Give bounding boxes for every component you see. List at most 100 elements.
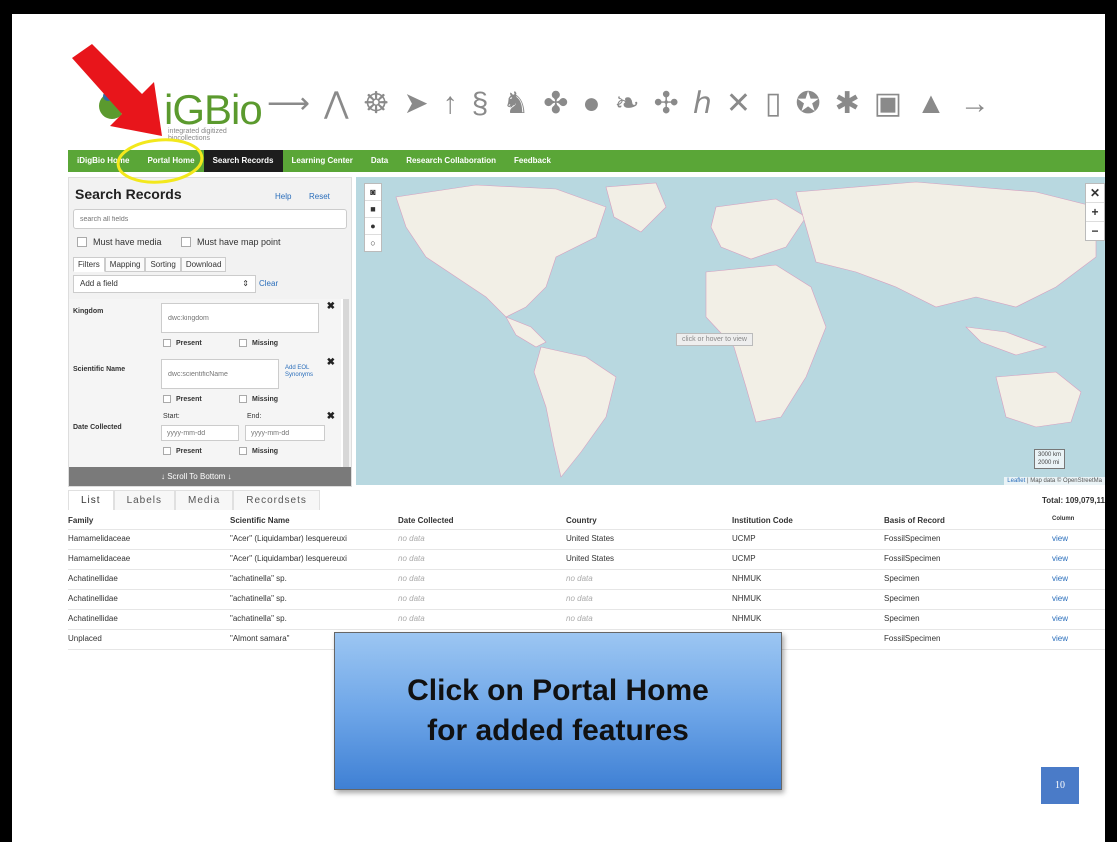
col-family[interactable]: Family	[68, 516, 93, 525]
must-have-map-point-option[interactable]: Must have map point	[181, 237, 281, 247]
cell-family: Achatinellidae	[68, 614, 118, 623]
date-present-option[interactable]: Present	[163, 447, 202, 455]
cell-basis-of-record: FossilSpecimen	[884, 634, 941, 643]
tab-mapping[interactable]: Mapping	[104, 257, 146, 272]
cell-view-link[interactable]: view	[1052, 574, 1068, 583]
search-all-fields-input[interactable]	[73, 209, 347, 229]
date-start-input[interactable]	[161, 425, 239, 441]
table-row[interactable]: Hamamelidaceae "Acer" (Liquidambar) lesqu…	[68, 550, 1105, 570]
remove-date-filter-icon[interactable]: ✖	[327, 411, 335, 422]
tab-download[interactable]: Download	[180, 257, 227, 272]
table-row[interactable]: Achatinellidae "achatinella" sp. no data no…	[68, 590, 1105, 610]
add-eol-synonyms-link[interactable]: Add EOL Synonyms	[285, 365, 323, 379]
col-institution-code[interactable]: Institution Code	[732, 516, 793, 525]
zoom-out-button[interactable]: −	[1086, 222, 1104, 240]
kingdom-present-checkbox[interactable]	[163, 339, 171, 347]
must-have-map-point-checkbox[interactable]	[181, 237, 191, 247]
columns-button[interactable]: Column	[1052, 516, 1074, 522]
bird-icon: ↑	[442, 87, 472, 120]
map-zoom-controls: ✕ + −	[1085, 183, 1105, 241]
kingdom-missing-option[interactable]: Missing	[239, 339, 278, 347]
cell-view-link[interactable]: view	[1052, 634, 1068, 643]
draw-rectangle-icon[interactable]: ■	[365, 201, 381, 218]
cell-date-collected: no data	[398, 594, 425, 603]
leaflet-link[interactable]: Leaflet	[1007, 478, 1025, 484]
dog-icon: ♞	[502, 87, 544, 120]
date-end-label: End:	[247, 413, 262, 420]
cell-family: Hamamelidaceae	[68, 554, 131, 563]
table-row[interactable]: Hamamelidaceae "Acer" (Liquidambar) lesqu…	[68, 530, 1105, 550]
add-field-select[interactable]: Add a field ⇕	[73, 275, 256, 293]
sciname-missing-label: Missing	[252, 395, 279, 403]
col-date-collected[interactable]: Date Collected	[398, 516, 454, 525]
tab-recordsets[interactable]: Recordsets	[233, 490, 320, 510]
sciname-missing-checkbox[interactable]	[239, 395, 247, 403]
table-row[interactable]: Achatinellidae "achatinella" sp. no data no…	[68, 570, 1105, 590]
cell-view-link[interactable]: view	[1052, 594, 1068, 603]
filter-row-scientific-name: Scientific Name Add EOL Synonyms ✖ Prese…	[69, 353, 341, 412]
cell-country: no data	[566, 574, 593, 583]
sciname-present-option[interactable]: Present	[163, 395, 202, 403]
draw-circle-icon[interactable]: ○	[365, 235, 381, 251]
tab-media[interactable]: Media	[175, 490, 234, 510]
filter-scrollbar[interactable]	[343, 299, 349, 467]
filter-row-date-collected: Date Collected Start: End: ✖ Present Mis…	[69, 411, 341, 467]
date-missing-checkbox[interactable]	[239, 447, 247, 455]
table-row[interactable]: Achatinellidae "achatinella" sp. no data no…	[68, 610, 1105, 630]
fullscreen-icon[interactable]: ✕	[1086, 184, 1104, 203]
cell-view-link[interactable]: view	[1052, 614, 1068, 623]
zoom-in-button[interactable]: +	[1086, 203, 1104, 222]
fern-icon: ❧	[614, 87, 654, 120]
dragonfly-icon: ✕	[725, 87, 765, 120]
nav-portal-home[interactable]: Portal Home	[138, 150, 203, 172]
sciname-missing-option[interactable]: Missing	[239, 395, 278, 403]
date-present-checkbox[interactable]	[163, 447, 171, 455]
map-scale: 3000 km 2000 mi	[1033, 449, 1065, 469]
map-hover-hint: click or hover to view	[676, 333, 753, 346]
must-have-media-checkbox[interactable]	[77, 237, 87, 247]
scroll-to-bottom-button[interactable]: ↓ Scroll To Bottom ↓	[69, 467, 351, 486]
reset-link[interactable]: Reset	[309, 192, 330, 201]
idigbio-logo[interactable]: iGBio integrated digitized biocollection…	[72, 76, 263, 142]
col-scientific-name[interactable]: Scientific Name	[230, 516, 290, 525]
must-have-map-point-label: Must have map point	[197, 237, 281, 247]
nav-data[interactable]: Data	[362, 150, 397, 172]
remove-kingdom-filter-icon[interactable]: ✖	[327, 301, 335, 312]
draw-point-icon[interactable]: ●	[365, 218, 381, 235]
must-have-media-option[interactable]: Must have media	[77, 237, 162, 247]
kingdom-present-option[interactable]: Present	[163, 339, 202, 347]
tab-sorting[interactable]: Sorting	[145, 257, 181, 272]
help-link[interactable]: Help	[275, 192, 291, 201]
remove-scientific-name-filter-icon[interactable]: ✖	[327, 357, 335, 368]
clear-button[interactable]: Clear	[259, 279, 278, 288]
scientific-name-input[interactable]	[161, 359, 279, 389]
kingdom-input[interactable]	[161, 303, 319, 333]
cell-view-link[interactable]: view	[1052, 554, 1068, 563]
cell-institution-code: NHMUK	[732, 574, 762, 583]
sciname-present-checkbox[interactable]	[163, 395, 171, 403]
cell-basis-of-record: Specimen	[884, 594, 920, 603]
col-country[interactable]: Country	[566, 516, 597, 525]
tab-list[interactable]: List	[68, 490, 114, 510]
nav-feedback[interactable]: Feedback	[505, 150, 560, 172]
cell-scientific-name: "Acer" (Liquidambar) lesquereuxi	[230, 534, 347, 543]
map-view[interactable]: ◙ ■ ● ○ click or hover to view ✕ + − 300…	[356, 177, 1105, 485]
date-end-input[interactable]	[245, 425, 325, 441]
col-basis-of-record[interactable]: Basis of Record	[884, 516, 945, 525]
tab-labels[interactable]: Labels	[113, 490, 176, 510]
nav-research-collaboration[interactable]: Research Collaboration	[397, 150, 505, 172]
nav-learning-center[interactable]: Learning Center	[283, 150, 362, 172]
cell-view-link[interactable]: view	[1052, 534, 1068, 543]
kingdom-missing-checkbox[interactable]	[239, 339, 247, 347]
filter-row-kingdom: Kingdom ✖ Present Missing	[69, 299, 341, 354]
camera-icon[interactable]: ◙	[365, 184, 381, 201]
tab-filters[interactable]: Filters	[73, 257, 105, 272]
nav-idigbio-home[interactable]: iDigBio Home	[68, 150, 138, 172]
world-map	[395, 181, 1097, 478]
total-records: Total: 109,079,11	[1042, 496, 1105, 505]
date-missing-option[interactable]: Missing	[239, 447, 278, 455]
search-panel: Search Records Help Reset Must have medi…	[68, 177, 352, 487]
nav-search-records[interactable]: Search Records	[203, 150, 283, 172]
kingdom-present-label: Present	[176, 339, 202, 347]
microscope-icon: ✪	[795, 87, 835, 120]
